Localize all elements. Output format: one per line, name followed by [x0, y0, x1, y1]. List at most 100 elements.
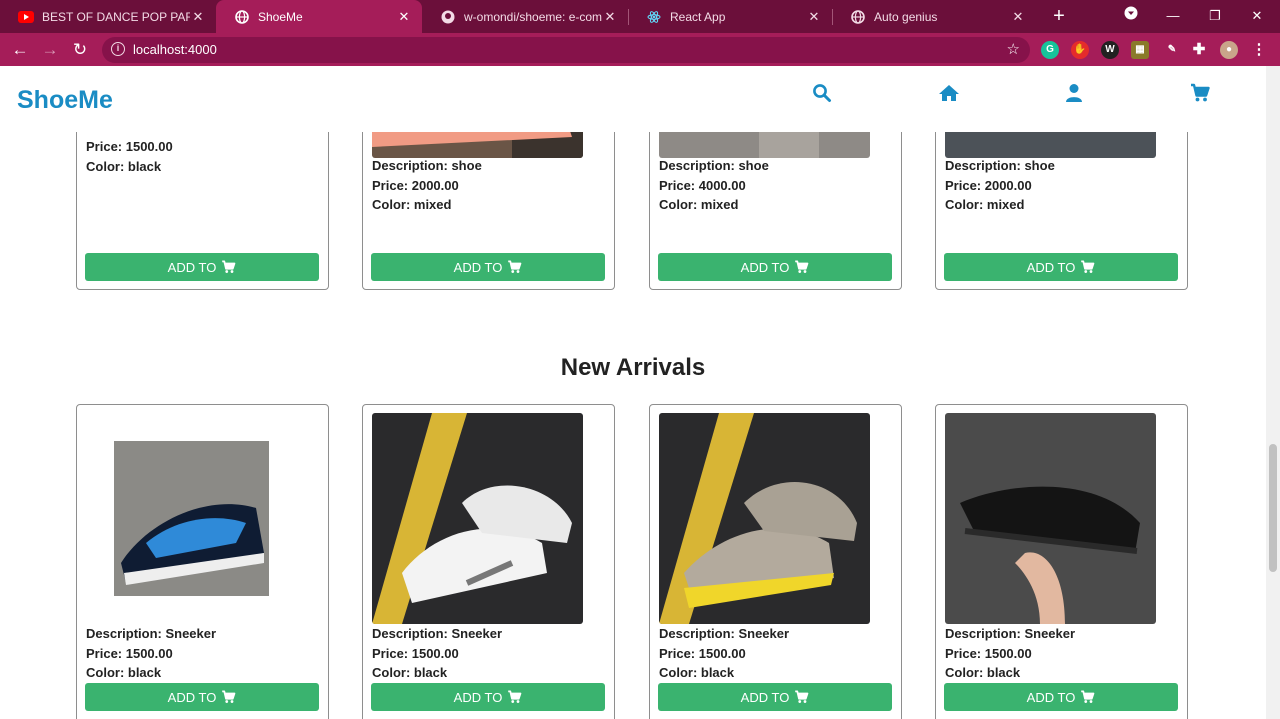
- site-logo[interactable]: ShoeMe: [17, 86, 113, 115]
- product-detail: Color: mixed: [372, 197, 452, 212]
- product-image[interactable]: [945, 413, 1156, 624]
- extension-icon[interactable]: ▦: [1131, 41, 1149, 59]
- product-detail: Color: mixed: [659, 197, 739, 212]
- site-header: ShoeMe: [0, 66, 1266, 132]
- user-icon[interactable]: [1065, 83, 1085, 103]
- tab-auto-genius[interactable]: Auto genius ✕: [832, 0, 1036, 33]
- grammarly-extension-icon[interactable]: G: [1041, 41, 1059, 59]
- address-bar[interactable]: i localhost:4000 ☆: [102, 37, 1030, 63]
- add-to-cart-label: ADD TO: [167, 689, 217, 705]
- cart-icon: [502, 260, 522, 274]
- tab-search-icon[interactable]: [1119, 4, 1143, 28]
- tab-title: Auto genius: [874, 9, 938, 24]
- tab-title: BEST OF DANCE POP PARTY MIX: [42, 9, 190, 24]
- add-to-cart-button[interactable]: ADD TO: [658, 253, 892, 281]
- tab-title: ShoeMe: [258, 9, 303, 24]
- product-detail: Color: black: [372, 665, 448, 680]
- product-image[interactable]: [372, 413, 583, 624]
- tab-close-icon[interactable]: ✕: [602, 9, 618, 25]
- add-to-cart-button[interactable]: ADD TO: [944, 253, 1178, 281]
- add-to-cart-label: ADD TO: [740, 689, 790, 705]
- add-to-cart-button[interactable]: ADD TO: [371, 253, 605, 281]
- back-icon[interactable]: ←: [8, 38, 32, 62]
- extension-icon[interactable]: ✎: [1163, 41, 1181, 59]
- tab-title: React App: [670, 9, 726, 24]
- tab-close-icon[interactable]: ✕: [396, 9, 412, 25]
- home-icon[interactable]: [938, 83, 959, 103]
- tab-shoeme[interactable]: ShoeMe ✕: [216, 0, 422, 33]
- extension-icon[interactable]: ✋: [1071, 41, 1089, 59]
- cart-icon: [1075, 690, 1095, 704]
- scrollbar-thumb[interactable]: [1269, 444, 1277, 572]
- product-card: Description: Sneeker Price: 1500.00 Color:…: [935, 404, 1188, 719]
- tab-close-icon[interactable]: ✕: [1010, 9, 1026, 25]
- product-detail: Price: 4000.00: [659, 177, 746, 193]
- product-card: Description: Sneeker Price: 1500.00 Color:…: [76, 404, 329, 719]
- youtube-icon: [18, 9, 34, 25]
- add-to-cart-button[interactable]: ADD TO: [658, 683, 892, 711]
- page-viewport: Price: 1500.00 Color: black ADD TO Descript…: [0, 66, 1280, 719]
- extension-icon[interactable]: W: [1101, 41, 1119, 59]
- browser-toolbar: ← → ↻ i localhost:4000 ☆ G ✋ W ▦ ✎ ✚ ● ⋮: [0, 33, 1280, 66]
- close-window-icon[interactable]: ✕: [1245, 4, 1269, 28]
- add-to-cart-button[interactable]: ADD TO: [85, 683, 319, 711]
- address-url[interactable]: localhost:4000: [133, 42, 217, 57]
- cart-icon[interactable]: [1190, 83, 1210, 103]
- product-detail: Color: black: [86, 158, 162, 174]
- product-detail: Description: shoe: [659, 158, 769, 173]
- page-scrollbar[interactable]: [1266, 66, 1280, 719]
- restore-icon[interactable]: ❐: [1203, 4, 1227, 28]
- product-image[interactable]: [659, 413, 870, 624]
- add-to-cart-label: ADD TO: [453, 259, 503, 275]
- tab-github[interactable]: w-omondi/shoeme: e-commerce ✕: [422, 0, 628, 33]
- product-detail: Description: Sneeker: [86, 626, 217, 641]
- add-to-cart-button[interactable]: ADD TO: [944, 683, 1178, 711]
- product-detail: Price: 1500.00: [86, 139, 173, 154]
- product-detail: Color: black: [945, 665, 1021, 680]
- add-to-cart-button[interactable]: ADD TO: [371, 683, 605, 711]
- add-to-cart-label: ADD TO: [740, 259, 790, 275]
- bookmark-star-icon[interactable]: ☆: [1007, 40, 1020, 58]
- menu-kebab-icon[interactable]: ⋮: [1250, 41, 1268, 59]
- avatar[interactable]: ●: [1220, 41, 1238, 59]
- add-to-cart-label: ADD TO: [1026, 689, 1076, 705]
- cart-icon: [789, 690, 809, 704]
- add-to-cart-label: ADD TO: [1026, 259, 1076, 275]
- browser-tabstrip: BEST OF DANCE POP PARTY MIX ✕ ShoeMe ✕ w…: [0, 0, 1280, 33]
- add-to-cart-button[interactable]: ADD TO: [85, 253, 319, 281]
- globe-icon: [234, 9, 250, 25]
- new-tab-button[interactable]: +: [1048, 5, 1070, 27]
- tab-close-icon[interactable]: ✕: [806, 9, 822, 25]
- section-title-new-arrivals: New Arrivals: [560, 354, 706, 381]
- cart-icon: [1075, 260, 1095, 274]
- product-detail: Color: black: [659, 665, 735, 680]
- add-to-cart-label: ADD TO: [167, 259, 217, 275]
- tab-react-app[interactable]: React App ✕: [628, 0, 832, 33]
- add-to-cart-label: ADD TO: [453, 689, 503, 705]
- product-image[interactable]: [86, 413, 297, 624]
- product-detail: Price: 1500.00: [945, 645, 1032, 661]
- product-card: Description: Sneeker Price: 1500.00 Color:…: [362, 404, 615, 719]
- product-detail: Description: shoe: [372, 158, 482, 173]
- tab-close-icon[interactable]: ✕: [190, 9, 206, 25]
- product-card: Description: Sneeker Price: 1500.00 Color:…: [649, 404, 902, 719]
- info-icon[interactable]: i: [111, 42, 125, 56]
- product-detail: Description: Sneeker: [659, 626, 790, 641]
- globe-icon: [850, 9, 866, 25]
- reload-icon[interactable]: ↻: [68, 38, 92, 62]
- search-icon[interactable]: [812, 83, 832, 103]
- github-icon: [440, 9, 456, 25]
- cart-icon: [502, 690, 522, 704]
- cart-icon: [216, 690, 236, 704]
- minimize-icon[interactable]: —: [1161, 4, 1185, 28]
- product-detail: Color: black: [86, 665, 162, 680]
- cart-icon: [789, 260, 809, 274]
- tab-youtube[interactable]: BEST OF DANCE POP PARTY MIX ✕: [0, 0, 216, 33]
- cart-icon: [216, 260, 236, 274]
- react-icon: [646, 9, 662, 25]
- forward-icon[interactable]: →: [38, 38, 62, 62]
- product-detail: Price: 2000.00: [945, 177, 1032, 193]
- tab-title: w-omondi/shoeme: e-commerce: [464, 9, 602, 24]
- puzzle-extensions-icon[interactable]: ✚: [1190, 41, 1208, 59]
- product-detail: Description: shoe: [945, 158, 1055, 173]
